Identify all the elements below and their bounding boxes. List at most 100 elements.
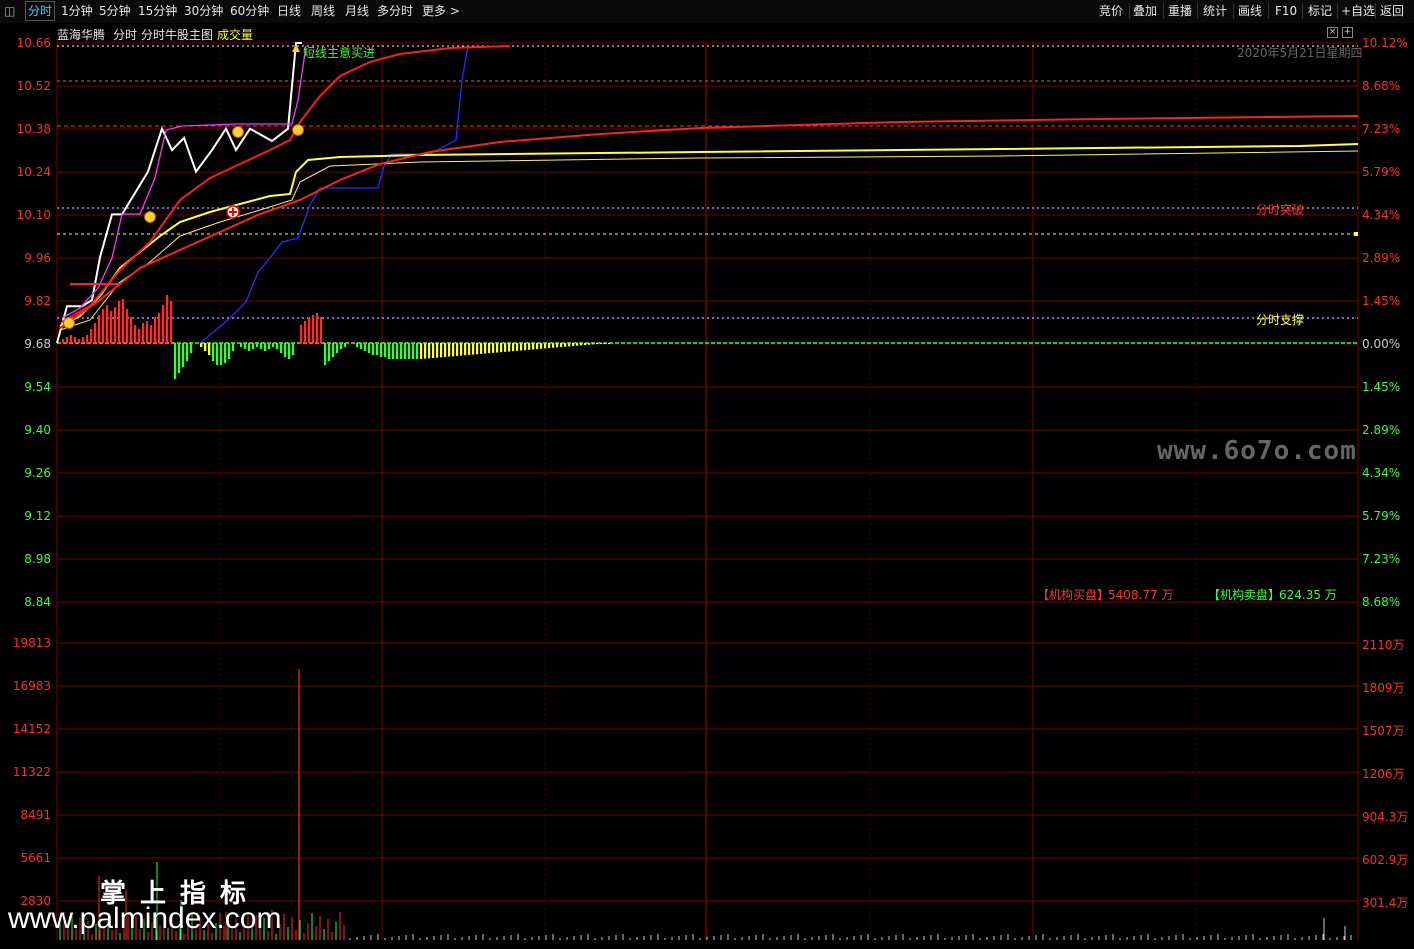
add-watchlist-button[interactable]: +自选 <box>1341 2 1375 20</box>
draw-line-button[interactable]: 画线 <box>1238 2 1262 20</box>
close-chart-icon[interactable]: × <box>1327 27 1338 38</box>
right-edge-marker <box>1354 232 1358 236</box>
momentum-bar-up <box>126 309 129 343</box>
site-watermark: www.6o7o.com <box>1157 436 1357 466</box>
tab-multi-period[interactable]: 多分时 <box>377 2 413 20</box>
momentum-bar-fade <box>500 343 503 353</box>
volume-label: 成交量 <box>217 28 254 42</box>
momentum-bar-up <box>312 315 315 343</box>
momentum-bar-fade <box>448 343 451 357</box>
tab-weekly[interactable]: 周线 <box>311 2 335 20</box>
pct-axis-label: 4.34% <box>1362 466 1401 480</box>
momentum-bar-up <box>320 317 323 343</box>
pct-axis-label: 2.89% <box>1362 251 1401 265</box>
palm-watermark-url: www.palmindex.com <box>8 902 282 935</box>
auction-button[interactable]: 竞价 <box>1099 2 1123 20</box>
tab-fenshi[interactable]: 分时 <box>25 1 56 21</box>
momentum-bar-fade <box>484 343 487 354</box>
tab-more[interactable]: 更多 > <box>422 2 460 20</box>
momentum-bar-fade <box>564 343 567 347</box>
pct-axis-label: 5.79% <box>1362 509 1401 523</box>
momentum-bar-down <box>220 343 223 365</box>
momentum-bar-up <box>90 329 93 343</box>
momentum-bar-fade <box>524 343 527 351</box>
price-axis-label: 8.98 <box>24 552 51 566</box>
inst-sell-label: 【机构卖盘】 <box>1208 588 1281 602</box>
momentum-bar-down <box>224 343 227 363</box>
momentum-bar-fade <box>492 343 495 353</box>
statistics-button[interactable]: 统计 <box>1203 2 1227 20</box>
momentum-bar-up <box>300 325 303 343</box>
replay-button[interactable]: 重播 <box>1168 2 1192 20</box>
momentum-bar-down <box>240 343 243 347</box>
momentum-bar-fade <box>568 343 571 347</box>
f10-button[interactable]: F10 <box>1275 2 1297 20</box>
momentum-bar-fade <box>464 343 467 356</box>
momentum-bar-fade <box>580 343 583 346</box>
tab-daily[interactable]: 日线 <box>277 2 301 20</box>
momentum-bar-fade <box>560 343 563 348</box>
resistance-label: 分时突破 <box>1256 203 1305 217</box>
pct-axis-label: 4.34% <box>1362 208 1401 222</box>
stock-name: 蓝海华腾 <box>57 28 106 42</box>
tab-15min[interactable]: 15分钟 <box>138 2 177 20</box>
pct-axis-label: 8.68% <box>1362 595 1401 609</box>
momentum-bar-fade <box>588 343 591 345</box>
momentum-bar-fade <box>444 343 447 357</box>
momentum-bar-fade <box>488 343 491 354</box>
momentum-bar-down <box>404 343 407 359</box>
mark-button[interactable]: 标记 <box>1308 2 1332 20</box>
momentum-bar-down <box>292 343 295 355</box>
panel-toggle-icon[interactable]: ◫ <box>4 2 15 20</box>
momentum-bar-up <box>86 335 89 343</box>
momentum-bar-down <box>260 343 263 349</box>
momentum-bar-up <box>62 339 65 343</box>
tab-30min[interactable]: 30分钟 <box>184 2 223 20</box>
momentum-bar-up <box>170 301 173 343</box>
pct-axis-label: 7.23% <box>1362 122 1401 136</box>
inst-sell-value: 624.35 万 <box>1279 588 1337 602</box>
momentum-bar-down <box>174 343 177 379</box>
momentum-bar-up <box>94 323 97 343</box>
momentum-bar-down <box>380 343 383 357</box>
momentum-bar-down <box>182 343 185 367</box>
tab-5min[interactable]: 5分钟 <box>99 2 131 20</box>
pct-axis-label: 1.45% <box>1362 294 1401 308</box>
momentum-bar-down <box>276 343 279 349</box>
momentum-bar-fade <box>536 343 539 350</box>
pct-axis-label: 2.89% <box>1362 423 1401 437</box>
pct-axis-label: 10.12% <box>1362 36 1408 50</box>
momentum-bar-down <box>372 343 375 355</box>
momentum-bar-fade <box>608 343 611 344</box>
momentum-bar-fade <box>528 343 531 350</box>
momentum-bar-down <box>244 343 247 349</box>
expand-chart-icon[interactable]: + <box>1342 27 1353 38</box>
coin-marker-icon <box>63 317 75 329</box>
tab-monthly[interactable]: 月线 <box>345 2 369 20</box>
momentum-bar-down <box>252 343 255 349</box>
volume-axis-label: 11322 <box>12 765 51 779</box>
momentum-bar-down <box>186 343 189 361</box>
momentum-bar-up <box>316 313 319 343</box>
momentum-bar-down <box>272 343 275 347</box>
momentum-bar-fade <box>476 343 479 355</box>
momentum-bar-fade <box>512 343 515 352</box>
momentum-bar-down <box>336 343 339 353</box>
momentum-bar-fade <box>592 343 595 345</box>
momentum-bar-down <box>364 343 367 351</box>
volume-axis-label: 5661 <box>20 851 51 865</box>
overlay-button[interactable]: 叠加 <box>1133 2 1157 20</box>
momentum-bar-up <box>118 301 121 343</box>
momentum-bar-up <box>304 321 307 343</box>
momentum-bar-fade <box>532 343 535 350</box>
volume-axis-label: 16983 <box>12 679 51 693</box>
momentum-bar-fade <box>508 343 511 352</box>
momentum-bar-down <box>212 343 215 361</box>
momentum-bar-down <box>392 343 395 359</box>
momentum-bar-fade <box>424 343 427 359</box>
tab-60min[interactable]: 60分钟 <box>230 2 269 20</box>
tab-1min[interactable]: 1分钟 <box>61 2 93 20</box>
momentum-bar-down <box>388 343 391 359</box>
intraday-chart[interactable] <box>0 23 1414 949</box>
back-button[interactable]: 返回 <box>1380 2 1404 20</box>
